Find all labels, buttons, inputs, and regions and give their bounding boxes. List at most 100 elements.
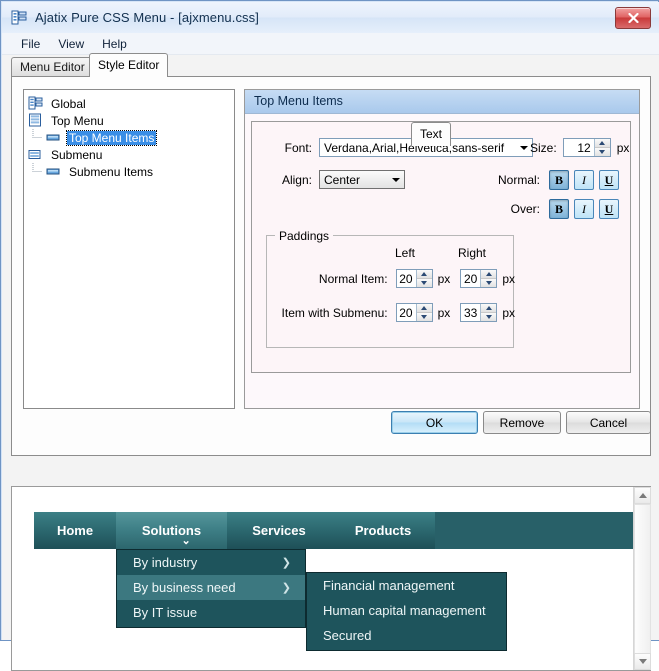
- preview-submenu-label: Financial management: [323, 578, 455, 593]
- padding-submenu-right-stepper[interactable]: 33: [460, 303, 497, 322]
- scroll-down-button[interactable]: [634, 653, 651, 670]
- preview-submenu2-item-financial-management[interactable]: Financial management: [307, 573, 506, 598]
- stepper-down-icon[interactable]: [417, 279, 432, 287]
- cancel-button[interactable]: Cancel: [566, 411, 651, 434]
- normal-italic-button[interactable]: I: [574, 170, 594, 190]
- tree-node-submenu-items[interactable]: Submenu Items: [28, 163, 230, 180]
- preview-scrollbar[interactable]: [633, 487, 650, 670]
- padding-normal-label: Normal Item:: [267, 272, 388, 286]
- style-editor-page: Global Top Menu: [11, 76, 651, 456]
- padding-submenu-left-stepper[interactable]: 20: [396, 303, 433, 322]
- tree-node-label: Global: [49, 97, 88, 111]
- stepper-buttons[interactable]: [480, 304, 496, 321]
- close-button[interactable]: [615, 7, 651, 29]
- stepper-up-icon[interactable]: [481, 270, 496, 279]
- stepper-up-icon[interactable]: [481, 304, 496, 313]
- tree-node-label: Submenu Items: [67, 165, 155, 179]
- properties-panel: Top Menu Items Size Colors Images Text F…: [244, 89, 640, 409]
- ok-button[interactable]: OK: [391, 411, 478, 434]
- tab-menu-editor[interactable]: Menu Editor: [11, 57, 94, 77]
- preview-menu-label: Solutions: [142, 523, 201, 538]
- preview-submenu2-item-secured[interactable]: Secured: [307, 623, 506, 648]
- tree-node-top-menu-items[interactable]: Top Menu Items: [28, 129, 230, 146]
- stepper-up-icon[interactable]: [417, 270, 432, 279]
- preview-submenu2-item-human-capital-management[interactable]: Human capital management: [307, 598, 506, 623]
- normal-bold-button[interactable]: B: [549, 170, 569, 190]
- tree-node-top-menu[interactable]: Top Menu: [28, 112, 230, 129]
- tree-node-submenu[interactable]: Submenu: [28, 146, 230, 163]
- app-window: Ajatix Pure CSS Menu - [ajxmenu.css] Fil…: [0, 0, 659, 641]
- chevron-down-icon: [392, 171, 400, 188]
- tree-indent: [28, 163, 46, 180]
- item-icon: [46, 164, 62, 179]
- bold-icon: B: [555, 173, 563, 188]
- title-bar: Ajatix Pure CSS Menu - [ajxmenu.css]: [2, 2, 659, 33]
- preview-menu-label: Products: [355, 523, 411, 538]
- global-icon: [28, 96, 44, 111]
- style-tree[interactable]: Global Top Menu: [23, 89, 235, 409]
- normal-label: Normal:: [488, 173, 540, 187]
- tree-node-label: Submenu: [49, 148, 104, 162]
- over-underline-button[interactable]: U: [599, 199, 619, 219]
- preview-submenu-item-by-it-issue[interactable]: By IT issue: [117, 600, 305, 625]
- normal-underline-button[interactable]: U: [599, 170, 619, 190]
- padding-submenu-label: Item with Submenu:: [267, 306, 388, 320]
- preview-submenu-item-by-industry[interactable]: By industry ❯: [117, 550, 305, 575]
- preview-menu-item-products[interactable]: Products: [331, 512, 435, 549]
- main-tab-strip: Menu Editor Style Editor: [11, 55, 651, 77]
- preview-submenu-item-by-business-need[interactable]: By business need ❯: [117, 575, 305, 600]
- app-icon: [11, 10, 28, 26]
- size-unit: px: [617, 141, 630, 155]
- remove-button[interactable]: Remove: [483, 411, 561, 434]
- padding-submenu-left-value: 20: [397, 306, 416, 320]
- menu-preview-panel: Home Solutions ⌄ Services Products: [11, 486, 651, 671]
- size-stepper[interactable]: 12: [563, 138, 611, 157]
- stepper-buttons[interactable]: [416, 270, 432, 287]
- preview-menu-item-solutions[interactable]: Solutions ⌄: [116, 512, 227, 549]
- menu-item-help[interactable]: Help: [93, 35, 136, 53]
- padding-normal-left-stepper[interactable]: 20: [396, 269, 433, 288]
- stepper-down-icon[interactable]: [481, 313, 496, 321]
- padding-normal-right-unit: px: [502, 272, 515, 286]
- menu-item-view[interactable]: View: [49, 35, 93, 53]
- preview-menu-item-home[interactable]: Home: [34, 512, 116, 549]
- font-row: Font: Verdana,Arial,Helvetica,sans-serif: [266, 138, 533, 157]
- over-italic-button[interactable]: I: [574, 199, 594, 219]
- stepper-down-icon[interactable]: [417, 313, 432, 321]
- italic-icon: I: [582, 202, 586, 217]
- tab-style-editor[interactable]: Style Editor: [89, 53, 168, 77]
- padding-normal-right-stepper[interactable]: 20: [460, 269, 497, 288]
- paddings-col-left: Left: [385, 246, 425, 260]
- over-bold-button[interactable]: B: [549, 199, 569, 219]
- triangle-down-icon: [639, 659, 647, 664]
- tree-node-global[interactable]: Global: [28, 95, 230, 112]
- scrollbar-thumb[interactable]: [634, 504, 651, 654]
- size-row: Size: 12 px: [530, 138, 629, 157]
- tree-indent: [28, 129, 46, 146]
- over-style-row: Over: B I U: [488, 199, 624, 219]
- stepper-up-icon[interactable]: [417, 304, 432, 313]
- window-title: Ajatix Pure CSS Menu - [ajxmenu.css]: [35, 10, 259, 25]
- chevron-down-icon: ⌄: [182, 536, 191, 547]
- preview-menu-label: Services: [252, 523, 306, 538]
- preview-submenu-label: By industry: [133, 555, 197, 570]
- size-stepper-buttons[interactable]: [594, 139, 610, 156]
- stepper-down-icon[interactable]: [481, 279, 496, 287]
- menu-item-file[interactable]: File: [12, 35, 49, 53]
- scroll-up-button[interactable]: [634, 487, 651, 504]
- stepper-down-icon[interactable]: [595, 148, 610, 156]
- normal-style-row: Normal: B I U: [488, 170, 624, 190]
- padding-submenu-left-unit: px: [438, 306, 451, 320]
- tab-text[interactable]: Text: [411, 122, 451, 146]
- preview-menu-bar: Home Solutions ⌄ Services Products: [34, 512, 633, 549]
- stepper-buttons[interactable]: [416, 304, 432, 321]
- preview-menu-label: Home: [57, 523, 93, 538]
- align-dropdown[interactable]: Center: [319, 170, 405, 189]
- underline-icon: U: [605, 173, 614, 188]
- preview-menu-item-services[interactable]: Services: [227, 512, 331, 549]
- preview-submenu-level2: Financial management Human capital manag…: [306, 572, 507, 651]
- stepper-up-icon[interactable]: [595, 139, 610, 148]
- tree-node-label: Top Menu Items: [67, 131, 156, 145]
- italic-icon: I: [582, 173, 586, 188]
- stepper-buttons[interactable]: [480, 270, 496, 287]
